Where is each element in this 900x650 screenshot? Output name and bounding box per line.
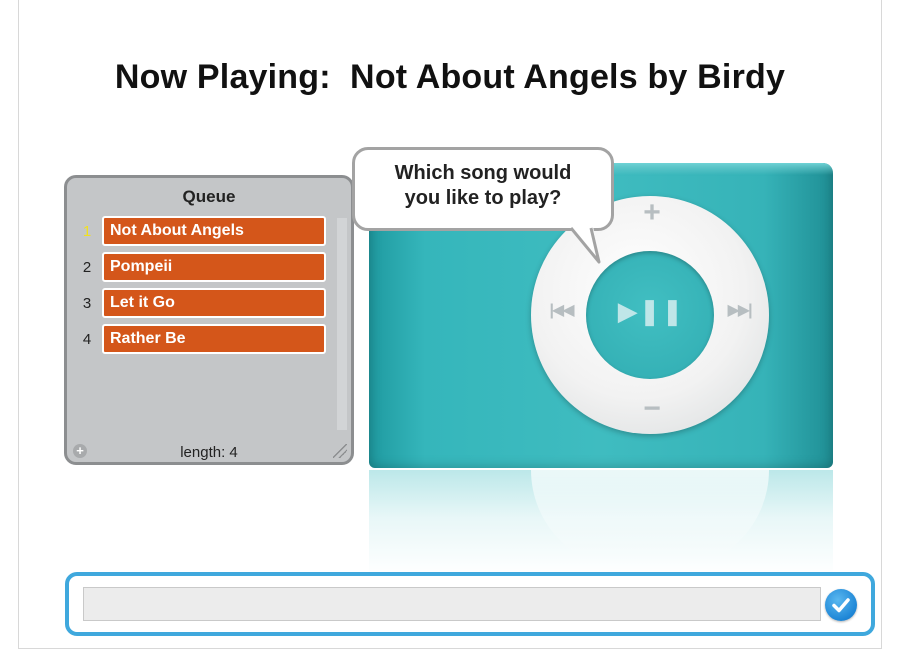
checkmark-icon <box>832 598 850 613</box>
speech-bubble-line: you like to play? <box>404 187 562 209</box>
list-item-value[interactable]: Not About Angels <box>102 216 326 246</box>
resize-handle-icon[interactable] <box>333 444 347 458</box>
list-item-index: 2 <box>82 259 92 276</box>
list-item-index: 1 <box>82 223 92 240</box>
queue-scrollbar[interactable] <box>337 218 347 430</box>
queue-title: Queue <box>182 187 236 206</box>
list-item-value[interactable]: Let it Go <box>102 288 326 318</box>
previous-track-icon[interactable]: |◀◀ <box>543 300 579 320</box>
speech-bubble: Which song would you like to play? <box>352 147 614 231</box>
answer-box <box>65 572 875 636</box>
speech-bubble-text: Which song would you like to play? <box>355 161 611 211</box>
volume-up-icon[interactable]: + <box>637 196 667 230</box>
now-playing-title: Now Playing: Not About Angels by Birdy <box>114 58 786 96</box>
volume-down-icon[interactable]: − <box>637 392 667 426</box>
add-item-icon[interactable]: + <box>73 444 87 458</box>
answer-input[interactable] <box>83 587 821 621</box>
next-track-icon[interactable]: ▶▶| <box>721 300 757 320</box>
list-item-value[interactable]: Rather Be <box>102 324 326 354</box>
speech-bubble-tail <box>569 226 601 264</box>
queue-length: length: 4 <box>180 444 238 461</box>
queue-list: Queue 1 Not About Angels 2 Pompeii 3 Let… <box>64 175 354 465</box>
list-item-index: 3 <box>82 295 92 312</box>
stage: Now Playing: Not About Angels by Birdy +… <box>18 0 882 649</box>
submit-button[interactable] <box>825 589 857 621</box>
play-pause-icon[interactable]: ▶❚❚ <box>615 296 687 327</box>
list-item-index: 4 <box>82 331 92 348</box>
list-item-value[interactable]: Pompeii <box>102 252 326 282</box>
speech-bubble-line: Which song would <box>394 162 572 184</box>
